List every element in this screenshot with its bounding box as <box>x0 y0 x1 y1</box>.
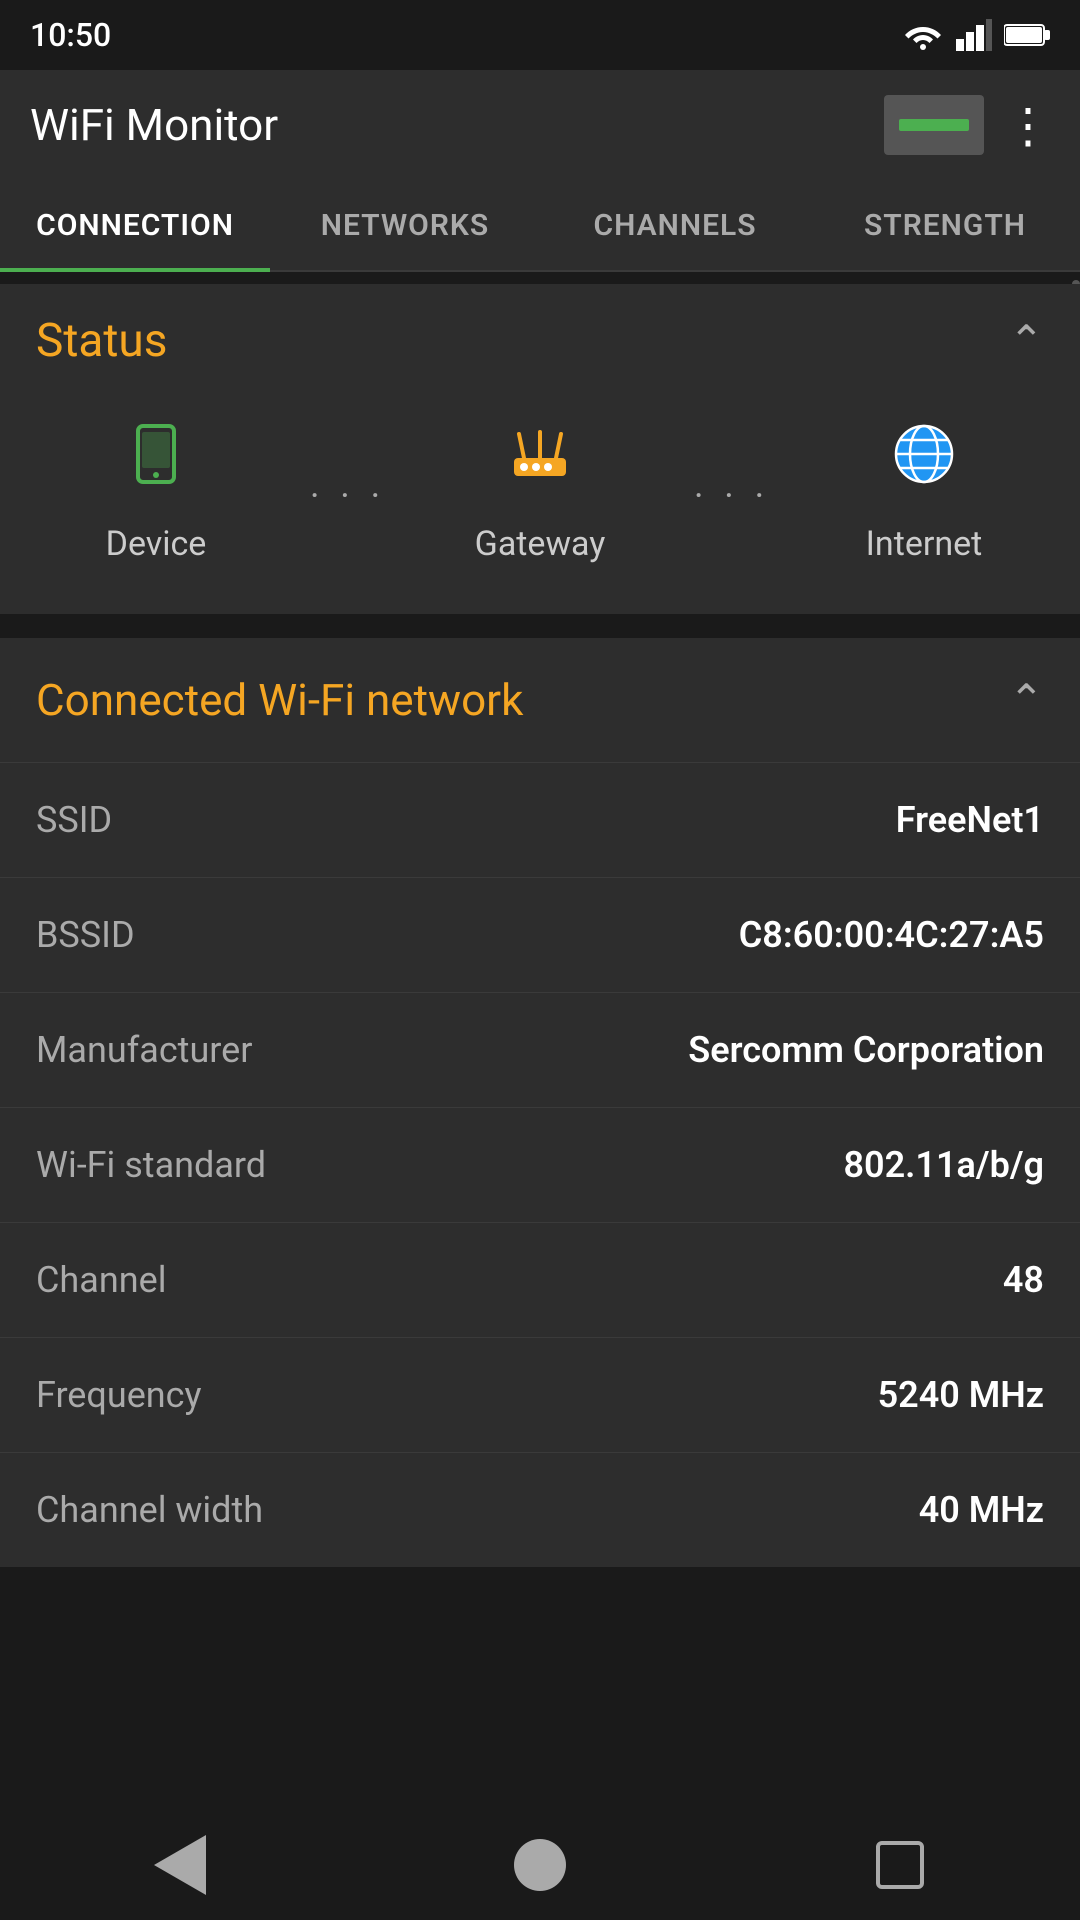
internet-icon <box>888 418 960 508</box>
recent-icon <box>876 1841 924 1889</box>
manufacturer-row: Manufacturer Sercomm Corporation <box>0 992 1080 1107</box>
status-section: Status ⌃ Device · · · <box>0 284 1080 614</box>
channel-label: Channel <box>36 1259 166 1301</box>
status-section-header: Status ⌃ <box>0 284 1080 398</box>
frequency-label: Frequency <box>36 1374 202 1416</box>
tab-strength[interactable]: STRENGTH <box>810 180 1080 270</box>
nav-back-button[interactable] <box>140 1825 220 1905</box>
tab-connection[interactable]: CONNECTION <box>0 180 270 270</box>
status-icons-row: Device · · · <box>0 398 1080 614</box>
network-section: Connected Wi-Fi network ⌃ SSID FreeNet1 … <box>0 638 1080 1567</box>
device-item: Device <box>36 418 276 564</box>
separator-1 <box>0 626 1080 638</box>
signal-icon <box>956 19 992 51</box>
app-title: WiFi Monitor <box>30 99 278 151</box>
channel-width-value: 40 MHz <box>919 1489 1044 1531</box>
home-icon <box>514 1839 566 1891</box>
bssid-label: BSSID <box>36 914 135 956</box>
back-icon <box>154 1835 206 1895</box>
tab-channels[interactable]: CHANNELS <box>540 180 810 270</box>
main-content: Status ⌃ Device · · · <box>0 284 1080 1677</box>
wifi-standard-value: 802.11a/b/g <box>843 1144 1044 1186</box>
frequency-value: 5240 MHz <box>878 1374 1044 1416</box>
device-label: Device <box>106 524 207 564</box>
gateway-item: Gateway <box>420 418 660 564</box>
internet-item: Internet <box>804 418 1044 564</box>
manufacturer-value: Sercomm Corporation <box>688 1029 1044 1071</box>
bssid-value: C8:60:00:4C:27:A5 <box>739 914 1044 956</box>
network-collapse-button[interactable]: ⌃ <box>1009 675 1044 725</box>
ssid-row: SSID FreeNet1 <box>0 762 1080 877</box>
dots-1: · · · <box>276 465 420 517</box>
app-bar-actions: ⋮ <box>884 95 1050 155</box>
wifi-icon <box>902 19 944 51</box>
wifi-standard-row: Wi-Fi standard 802.11a/b/g <box>0 1107 1080 1222</box>
network-section-title: Connected Wi-Fi network <box>36 674 523 726</box>
status-collapse-button[interactable]: ⌃ <box>1009 316 1044 366</box>
app-bar: WiFi Monitor ⋮ <box>0 70 1080 180</box>
tabs: CONNECTION NETWORKS CHANNELS STRENGTH <box>0 180 1080 272</box>
nav-home-button[interactable] <box>500 1825 580 1905</box>
channel-row: Channel 48 <box>0 1222 1080 1337</box>
internet-label: Internet <box>866 524 983 564</box>
status-icons <box>902 19 1050 51</box>
bottom-nav <box>0 1810 1080 1920</box>
manufacturer-label: Manufacturer <box>36 1029 252 1071</box>
tab-networks[interactable]: NETWORKS <box>270 180 540 270</box>
device-icon <box>120 418 192 508</box>
channel-width-label: Channel width <box>36 1489 263 1531</box>
more-button[interactable]: ⋮ <box>1004 97 1050 154</box>
channel-width-row: Channel width 40 MHz <box>0 1452 1080 1567</box>
signal-bar <box>899 119 969 131</box>
ssid-label: SSID <box>36 799 112 841</box>
wifi-standard-label: Wi-Fi standard <box>36 1144 266 1186</box>
channel-value: 48 <box>1003 1259 1044 1301</box>
status-time: 10:50 <box>30 16 111 54</box>
status-bar: 10:50 <box>0 0 1080 70</box>
signal-button[interactable] <box>884 95 984 155</box>
dots-2: · · · <box>660 465 804 517</box>
network-section-header: Connected Wi-Fi network ⌃ <box>0 638 1080 762</box>
battery-icon <box>1004 21 1050 49</box>
status-title: Status <box>36 314 168 368</box>
nav-recent-button[interactable] <box>860 1825 940 1905</box>
bssid-row: BSSID C8:60:00:4C:27:A5 <box>0 877 1080 992</box>
gateway-label: Gateway <box>475 524 606 564</box>
gateway-icon <box>504 418 576 508</box>
frequency-row: Frequency 5240 MHz <box>0 1337 1080 1452</box>
ssid-value: FreeNet1 <box>896 799 1044 841</box>
